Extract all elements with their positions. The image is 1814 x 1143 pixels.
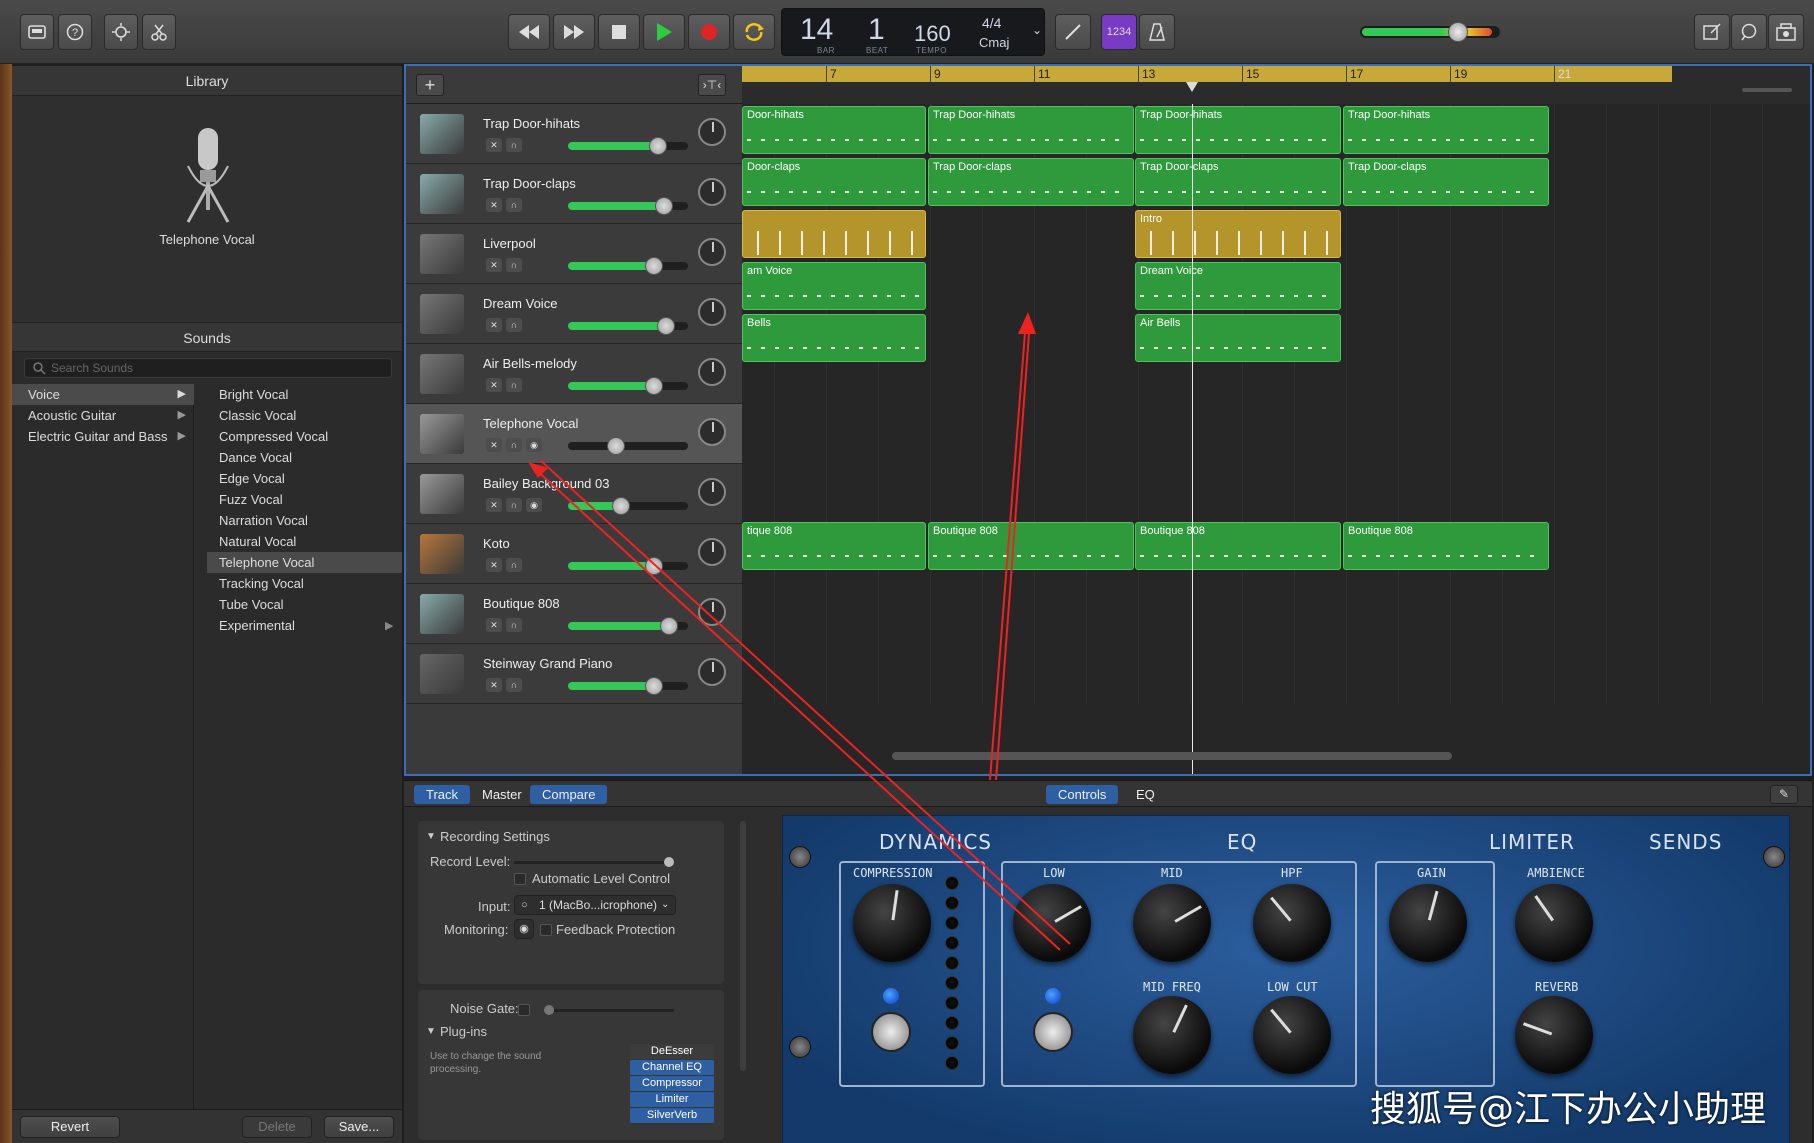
garageband-window: ? 14 1 BAR BEAT 160 TEMPO 4/4 Cmaj ⌄ 123… bbox=[0, 0, 1814, 1143]
watermark: 搜狐号@江下办公小助理 bbox=[1370, 1089, 1767, 1130]
annotation-arrows bbox=[528, 312, 1071, 951]
